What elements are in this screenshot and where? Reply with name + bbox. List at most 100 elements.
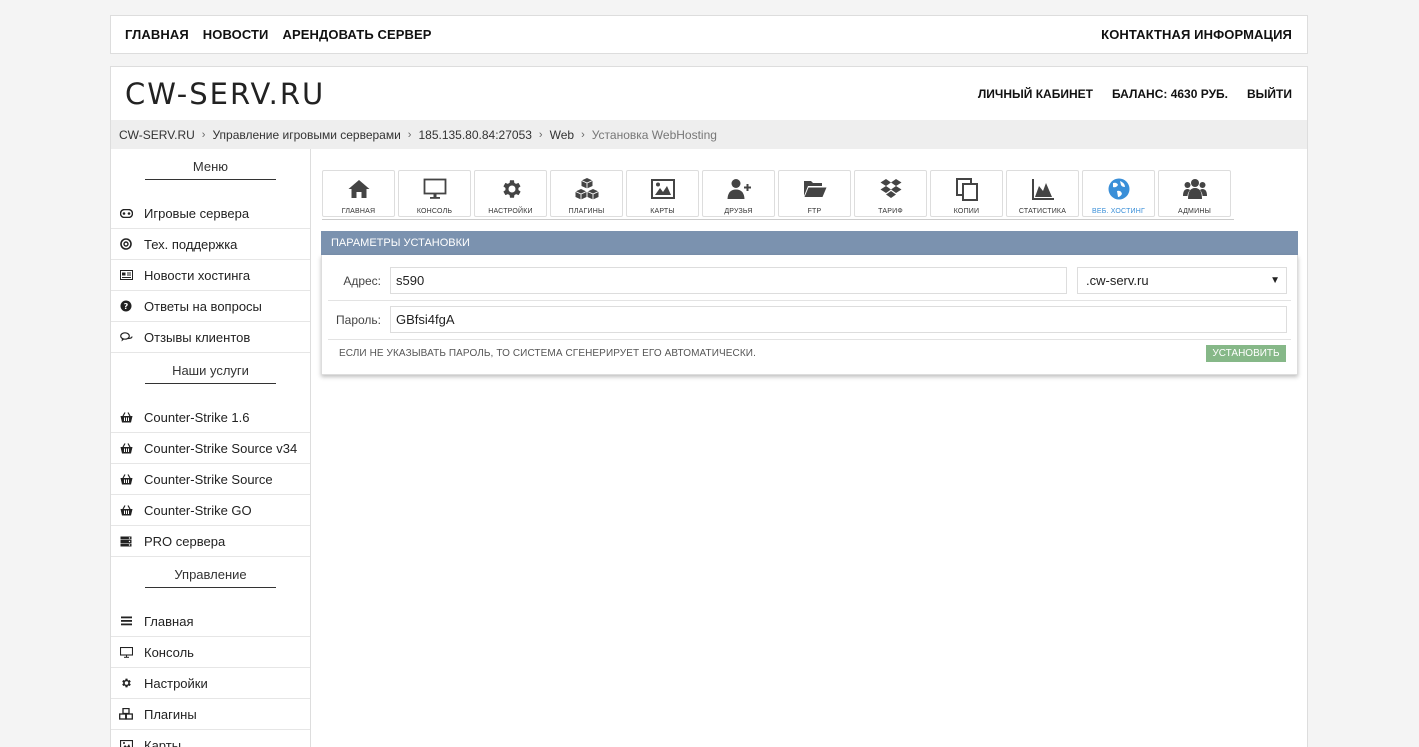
chevron-right-icon: › [538, 128, 543, 141]
sidebar-item-csgo[interactable]: Counter-Strike GO [111, 495, 310, 526]
nav-home-link[interactable]: ГЛАВНАЯ [125, 27, 189, 42]
site-header: CW-SERV.RU ЛИЧНЫЙ КАБИНЕТ БАЛАНС: 4630 Р… [110, 66, 1308, 120]
server-tabs: ГЛАВНАЯ КОНСОЛЬ НАСТРОЙКИ ПЛАГИНЫ КАРТЫ … [322, 170, 1234, 220]
tab-label: КОНСОЛЬ [416, 208, 453, 215]
monitor-icon [119, 645, 133, 659]
sidebar-item-cs16[interactable]: Counter-Strike 1.6 [111, 402, 310, 433]
breadcrumb-item-servers[interactable]: Управление игровыми серверами [212, 128, 400, 142]
domain-select[interactable]: .cw-serv.ru ▼ [1077, 267, 1287, 294]
tab-label: FTP [807, 208, 822, 215]
sidebar-item-support[interactable]: Тех. поддержка [111, 229, 310, 260]
users-icon [1182, 179, 1207, 199]
sidebar-item-main[interactable]: Главная [111, 606, 310, 637]
cabinet-link[interactable]: ЛИЧНЫЙ КАБИНЕТ [978, 87, 1093, 101]
sidebar-services-title: Наши услуги [111, 353, 310, 402]
password-label: Пароль: [336, 312, 381, 327]
sidebar-item-reviews[interactable]: Отзывы клиентов [111, 322, 310, 353]
image-icon [650, 179, 675, 199]
sidebar-item-label: Настройки [144, 675, 208, 691]
tab-label: АДМИНЫ [1178, 208, 1211, 215]
breadcrumb: CW-SERV.RU › Управление игровыми сервера… [110, 120, 1308, 149]
sidebar: Меню Игровые сервера Тех. поддержка Ново… [110, 149, 311, 747]
user-plus-icon [727, 179, 751, 199]
tab-label: СТАТИСТИКА [1018, 208, 1067, 215]
sidebar-menu-title: Меню [111, 149, 310, 198]
tab-tariff[interactable]: ТАРИФ [854, 170, 927, 217]
basket-icon [119, 410, 133, 424]
newspaper-icon [119, 268, 133, 282]
tab-label: ВЕБ. ХОСТИНГ [1091, 208, 1146, 215]
caret-down-icon: ▼ [1270, 275, 1280, 286]
svg-text:?: ? [124, 302, 129, 311]
sidebar-item-label: Counter-Strike Source [144, 471, 273, 487]
comments-icon [119, 330, 133, 344]
site-logo[interactable]: CW-SERV.RU [125, 77, 325, 111]
form-divider [328, 300, 1291, 301]
top-navigation: ГЛАВНАЯ НОВОСТИ АРЕНДОВАТЬ СЕРВЕР КОНТАК… [110, 15, 1308, 54]
address-input[interactable]: s590 [390, 267, 1067, 294]
globe-icon [1108, 178, 1129, 200]
breadcrumb-item-current: Установка WebHosting [591, 127, 717, 142]
panel-title: ПАРАМЕТРЫ УСТАНОВКИ [321, 231, 1298, 255]
gamepad-icon [119, 206, 133, 220]
domain-select-value: .cw-serv.ru [1086, 273, 1149, 288]
breadcrumb-item-server[interactable]: 185.135.80.84:27053 [418, 128, 531, 142]
tab-friends[interactable]: ДРУЗЬЯ [702, 170, 775, 217]
gear-icon [119, 676, 133, 690]
sidebar-item-label: Консоль [144, 644, 194, 660]
nav-contacts-link[interactable]: КОНТАКТНАЯ ИНФОРМАЦИЯ [1101, 27, 1292, 42]
sidebar-item-maps[interactable]: Карты [111, 730, 310, 747]
chevron-right-icon: › [201, 128, 206, 141]
sidebar-item-label: Новости хостинга [144, 267, 251, 283]
copy-icon [955, 178, 978, 201]
gear-icon [502, 180, 521, 198]
sidebar-item-game-servers[interactable]: Игровые сервера [111, 198, 310, 229]
password-input[interactable]: GBfsi4fgA [390, 306, 1287, 333]
cubes-icon [119, 707, 133, 721]
tab-label: ДРУЗЬЯ [724, 208, 753, 215]
tab-settings[interactable]: НАСТРОЙКИ [474, 170, 547, 217]
tab-label: КАРТЫ [650, 208, 675, 215]
image-icon [119, 738, 133, 747]
tab-plugins[interactable]: ПЛАГИНЫ [550, 170, 623, 217]
nav-rent-link[interactable]: АРЕНДОВАТЬ СЕРВЕР [283, 27, 432, 42]
sidebar-item-css-v34[interactable]: Counter-Strike Source v34 [111, 433, 310, 464]
tab-label: ПЛАГИНЫ [568, 208, 605, 215]
main-content: ГЛАВНАЯ КОНСОЛЬ НАСТРОЙКИ ПЛАГИНЫ КАРТЫ … [311, 149, 1308, 747]
chevron-right-icon: › [407, 128, 412, 141]
breadcrumb-item-root[interactable]: CW-SERV.RU [119, 128, 195, 142]
password-hint: ЕСЛИ НЕ УКАЗЫВАТЬ ПАРОЛЬ, ТО СИСТЕМА СГЕ… [339, 348, 756, 359]
tab-ftp[interactable]: FTP [778, 170, 851, 217]
tab-label: КОПИИ [953, 208, 980, 215]
nav-news-link[interactable]: НОВОСТИ [203, 27, 269, 42]
breadcrumb-item-web[interactable]: Web [550, 128, 574, 142]
sidebar-item-plugins[interactable]: Плагины [111, 699, 310, 730]
address-label: Адрес: [343, 273, 381, 288]
tab-home[interactable]: ГЛАВНАЯ [322, 170, 395, 217]
sidebar-item-label: Плагины [144, 706, 197, 722]
tab-console[interactable]: КОНСОЛЬ [398, 170, 471, 217]
tab-maps[interactable]: КАРТЫ [626, 170, 699, 217]
install-form: Адрес: s590 .cw-serv.ru ▼ Пароль: GBfsi4… [321, 255, 1298, 375]
sidebar-item-label: Тех. поддержка [144, 236, 238, 252]
tab-web-hosting[interactable]: ВЕБ. ХОСТИНГ [1082, 170, 1155, 217]
sidebar-item-label: Counter-Strike GO [144, 502, 252, 518]
sidebar-item-faq[interactable]: ? Ответы на вопросы [111, 291, 310, 322]
sidebar-item-css[interactable]: Counter-Strike Source [111, 464, 310, 495]
sidebar-item-settings[interactable]: Настройки [111, 668, 310, 699]
sidebar-item-label: Ответы на вопросы [144, 298, 262, 314]
sidebar-item-console[interactable]: Консоль [111, 637, 310, 668]
tab-admins[interactable]: АДМИНЫ [1158, 170, 1231, 217]
sidebar-item-pro-servers[interactable]: PRO сервера [111, 526, 310, 557]
logout-link[interactable]: ВЫЙТИ [1247, 87, 1292, 101]
list-icon [119, 614, 133, 628]
form-divider [328, 339, 1291, 340]
sidebar-item-label: Карты [144, 737, 182, 747]
sidebar-item-news[interactable]: Новости хостинга [111, 260, 310, 291]
sidebar-item-label: Главная [144, 613, 194, 629]
tab-statistics[interactable]: СТАТИСТИКА [1006, 170, 1079, 217]
sidebar-manage-title: Управление [111, 557, 310, 606]
home-icon [348, 180, 369, 198]
tab-backups[interactable]: КОПИИ [930, 170, 1003, 217]
install-button[interactable]: УСТАНОВИТЬ [1206, 345, 1286, 362]
